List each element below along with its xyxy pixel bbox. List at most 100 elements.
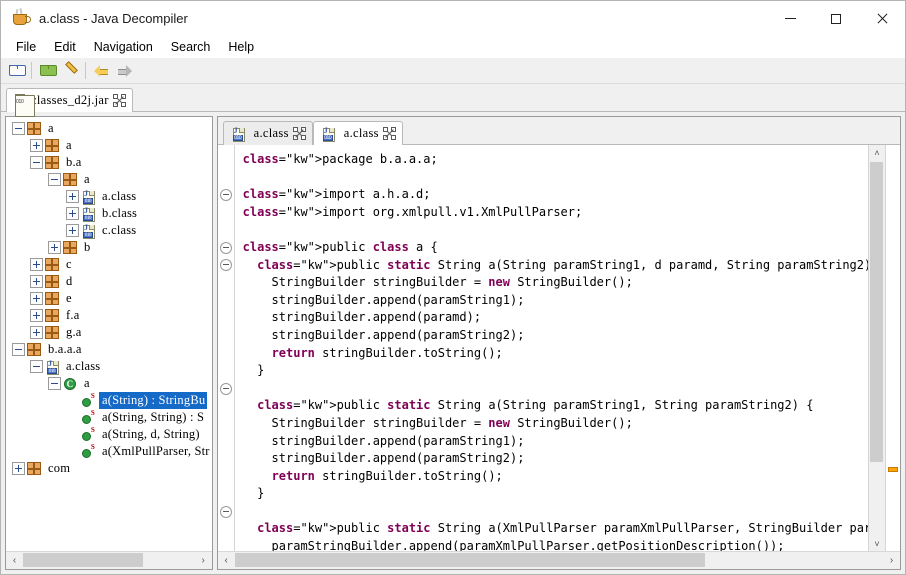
forward-button[interactable] — [113, 60, 135, 81]
editor-vscroll-thumb[interactable] — [870, 162, 883, 462]
tree-row-label: e — [66, 291, 72, 305]
tree-row[interactable]: J 010 a.class — [6, 188, 212, 205]
open-file-button[interactable] — [5, 60, 27, 81]
toolbar — [1, 58, 905, 84]
tree-row-label: a — [84, 172, 90, 186]
source-code-area[interactable]: class="kw">package b.a.a.a; class="kw">i… — [234, 145, 868, 551]
collapse-icon[interactable] — [30, 360, 43, 373]
class-icon: J 010 — [321, 126, 335, 142]
tree-row[interactable]: c — [6, 256, 212, 273]
tree-row[interactable]: com — [6, 460, 212, 477]
tree-row[interactable]: a — [6, 137, 212, 154]
expand-icon[interactable] — [30, 275, 43, 288]
jar-tab-classes-d2j[interactable]: 010 classes_d2j.jar — [6, 88, 133, 117]
tree-row[interactable]: a — [6, 120, 212, 137]
expand-icon[interactable] — [48, 241, 61, 254]
close-button[interactable] — [859, 1, 905, 36]
fold-collapse-icon[interactable] — [218, 186, 234, 204]
editor-hscroll-thumb[interactable] — [234, 553, 705, 567]
editor-vertical-scrollbar[interactable]: ˄ ˅ — [868, 145, 885, 551]
fold-collapse-icon[interactable] — [218, 239, 234, 257]
fold-collapse-icon[interactable] — [218, 503, 234, 521]
tree-row[interactable]: d — [6, 273, 212, 290]
tree-row[interactable]: Sa(String, String) : S — [6, 409, 212, 426]
tree-row-label: b.a.a.a — [48, 342, 82, 356]
tree-row[interactable]: J 010 a.class — [6, 358, 212, 375]
open-type-button[interactable] — [36, 60, 58, 81]
fold-collapse-icon[interactable] — [218, 257, 234, 275]
tree-row[interactable]: J 010 b.class — [6, 205, 212, 222]
menu-help[interactable]: Help — [219, 38, 263, 56]
fold-collapse-icon[interactable] — [218, 380, 234, 398]
tree-row[interactable]: Ca — [6, 375, 212, 392]
tree-row[interactable]: b.a — [6, 154, 212, 171]
class-icon: J 010 — [231, 126, 245, 142]
tree-scroll-right-button[interactable]: › — [195, 552, 212, 569]
tree-row[interactable]: g.a — [6, 324, 212, 341]
expand-icon[interactable] — [66, 207, 79, 220]
overview-ruler[interactable] — [885, 145, 900, 551]
tree-scroll-track[interactable] — [23, 552, 195, 569]
collapse-icon[interactable] — [30, 156, 43, 169]
expand-icon[interactable] — [30, 326, 43, 339]
tree-row[interactable]: Sa(String) : StringBu — [6, 392, 212, 409]
jar-tab-close-icon[interactable] — [112, 94, 126, 107]
collapse-icon[interactable] — [48, 173, 61, 186]
expand-icon[interactable] — [30, 309, 43, 322]
tree-row-label: b — [84, 240, 91, 254]
menu-edit[interactable]: Edit — [45, 38, 85, 56]
tree-leaf-spacer — [66, 394, 79, 407]
tree-scroll-left-button[interactable]: ‹ — [6, 552, 23, 569]
tree-row[interactable]: e — [6, 290, 212, 307]
tree-row[interactable]: b.a.a.a — [6, 341, 212, 358]
static-method-icon: S — [81, 443, 95, 459]
menu-file[interactable]: File — [7, 38, 45, 56]
tree-row[interactable]: f.a — [6, 307, 212, 324]
expand-icon[interactable] — [30, 139, 43, 152]
menu-navigation[interactable]: Navigation — [85, 38, 162, 56]
editor-tab-1[interactable]: J 010 a.class — [222, 121, 313, 145]
package-icon — [63, 173, 77, 186]
expand-icon[interactable] — [30, 292, 43, 305]
overview-ruler-marker[interactable] — [888, 467, 898, 472]
editor-tab-2[interactable]: J 010 a.class — [312, 121, 403, 145]
menu-search[interactable]: Search — [162, 38, 220, 56]
fold-gutter-row — [218, 450, 234, 468]
editor-hscroll-track[interactable] — [234, 552, 883, 569]
editor-scroll-left-button[interactable]: ‹ — [218, 552, 235, 569]
tree-row[interactable]: Sa(String, d, String) — [6, 426, 212, 443]
fold-gutter-row — [218, 221, 234, 239]
tree-row-label: a(String, String) : S — [102, 410, 205, 424]
tree-row[interactable]: Sa(XmlPullParser, Str — [6, 443, 212, 460]
editor-scroll-up-button[interactable]: ˄ — [869, 145, 885, 160]
tree-horizontal-scrollbar[interactable]: ‹ › — [6, 551, 212, 569]
minimize-button[interactable] — [767, 1, 813, 36]
fold-gutter-row — [218, 151, 234, 169]
editor-horizontal-scrollbar[interactable]: ‹ › — [217, 551, 900, 569]
package-tree[interactable]: a a b.a a J 010 a.class J 010 b.class J 010 c.class b… — [6, 117, 212, 551]
expand-icon[interactable] — [30, 258, 43, 271]
tree-row[interactable]: b — [6, 239, 212, 256]
collapse-icon[interactable] — [12, 343, 25, 356]
editor-vscroll-track[interactable] — [869, 160, 885, 536]
tree-row-label: a.class — [102, 189, 137, 203]
edit-button[interactable] — [59, 60, 81, 81]
collapse-icon[interactable] — [12, 122, 25, 135]
editor-panel: J 010 a.class J 010 a.class class="kw">p… — [216, 116, 901, 570]
expand-icon[interactable] — [12, 462, 25, 475]
fold-gutter[interactable] — [217, 145, 235, 551]
editor-tab-close-icon[interactable] — [292, 127, 306, 140]
expand-icon[interactable] — [66, 224, 79, 237]
editor-scroll-down-button[interactable]: ˅ — [869, 536, 885, 551]
tree-scroll-thumb[interactable] — [23, 553, 143, 567]
jar-icon: 010 — [14, 93, 35, 117]
back-button[interactable] — [90, 60, 112, 81]
expand-icon[interactable] — [66, 190, 79, 203]
editor-scroll-right-button[interactable]: › — [883, 552, 900, 569]
tree-row[interactable]: J 010 c.class — [6, 222, 212, 239]
editor-tab-close-icon[interactable] — [382, 127, 396, 140]
tree-row[interactable]: a — [6, 171, 212, 188]
maximize-button[interactable] — [813, 1, 859, 36]
collapse-icon[interactable] — [48, 377, 61, 390]
